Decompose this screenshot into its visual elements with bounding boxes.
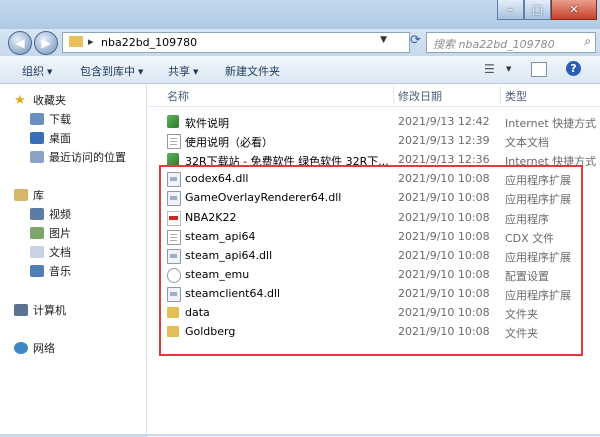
file-date: 2021/9/13 12:42: [398, 115, 490, 128]
include-in-library-label: 包含到库中: [80, 65, 135, 78]
nav-desktop-label: 桌面: [49, 132, 71, 145]
nav-computer[interactable]: 计算机: [14, 302, 66, 318]
nav-downloads[interactable]: 下载: [30, 111, 71, 127]
nav-pictures-label: 图片: [49, 227, 71, 240]
library-icon: [14, 189, 28, 201]
navigation-pane: ★ 收藏夹 下载 桌面 最近访问的位置 库 视频 图片 文档 音乐 计算机 网络: [0, 84, 147, 434]
preview-pane-icon[interactable]: [531, 62, 547, 77]
close-button[interactable]: ✕: [551, 0, 597, 20]
dropdown-arrow-icon: ▼: [193, 68, 199, 76]
new-folder-label: 新建文件夹: [225, 65, 280, 78]
nav-computer-label: 计算机: [33, 304, 66, 317]
title-bar: – □ ✕: [0, 0, 600, 29]
file-row[interactable]: 软件说明 2021/9/13 12:42 Internet 快捷方式: [161, 112, 596, 131]
address-row: ◀ ▶ ▸ nba22bd_109780 ▼ ⟳ 搜索 nba22bd_1097…: [0, 29, 600, 55]
refresh-icon[interactable]: ⟳: [410, 33, 424, 50]
nav-music-label: 音乐: [49, 265, 71, 278]
window-controls: – □ ✕: [497, 0, 597, 20]
network-icon: [14, 342, 28, 354]
dropdown-arrow-icon: ▼: [47, 68, 53, 76]
file-type: Internet 快捷方式: [505, 117, 597, 130]
forward-arrow-icon: ▶: [41, 36, 51, 50]
documents-icon: [30, 246, 44, 258]
minimize-icon: –: [507, 3, 514, 16]
file-row[interactable]: 使用说明（必看） 2021/9/13 12:39 文本文档: [161, 131, 585, 150]
chevron-down-icon[interactable]: ▼: [380, 35, 387, 45]
share-label: 共享: [168, 65, 190, 78]
nav-documents[interactable]: 文档: [30, 244, 71, 260]
nav-recent[interactable]: 最近访问的位置: [30, 149, 126, 165]
column-divider: [500, 86, 501, 104]
search-input[interactable]: 搜索 nba22bd_109780 ⌕: [426, 32, 596, 53]
file-name: 使用说明（必看）: [185, 136, 273, 150]
dropdown-arrow-icon: ▼: [138, 68, 144, 76]
link-icon: [167, 115, 179, 128]
column-header-date[interactable]: 修改日期: [398, 88, 442, 104]
close-icon: ✕: [569, 3, 579, 16]
column-divider: [393, 86, 394, 104]
nav-pictures[interactable]: 图片: [30, 225, 71, 241]
forward-button[interactable]: ▶: [34, 31, 58, 55]
organize-button[interactable]: 组织 ▼: [22, 63, 52, 79]
nav-network-label: 网络: [33, 342, 55, 355]
nav-downloads-label: 下载: [49, 113, 71, 126]
nav-recent-label: 最近访问的位置: [49, 151, 126, 164]
share-button[interactable]: 共享 ▼: [168, 63, 198, 79]
address-bar[interactable]: ▸ nba22bd_109780 ▼: [62, 32, 410, 53]
view-dropdown-icon[interactable]: ▼: [506, 65, 511, 73]
video-icon: [30, 208, 44, 220]
back-arrow-icon: ◀: [15, 36, 25, 50]
nav-favorites-label: 收藏夹: [33, 94, 66, 107]
help-icon[interactable]: ?: [566, 61, 581, 76]
minimize-button[interactable]: –: [497, 0, 524, 20]
nav-video[interactable]: 视频: [30, 206, 71, 222]
star-icon: ★: [14, 92, 26, 108]
column-headers: 名称 修改日期 类型: [147, 84, 600, 107]
music-icon: [30, 265, 44, 277]
nav-library[interactable]: 库: [14, 187, 44, 203]
maximize-icon: □: [532, 3, 543, 16]
nav-favorites[interactable]: ★ 收藏夹: [14, 92, 66, 108]
nav-documents-label: 文档: [49, 246, 71, 259]
nav-music[interactable]: 音乐: [30, 263, 71, 279]
breadcrumb-path[interactable]: nba22bd_109780: [101, 36, 197, 49]
recent-places-icon: [30, 151, 44, 163]
nav-video-label: 视频: [49, 208, 71, 221]
computer-icon: [14, 304, 28, 316]
file-date: 2021/9/13 12:39: [398, 134, 490, 148]
pictures-icon: [30, 227, 44, 239]
nav-library-label: 库: [33, 189, 44, 202]
highlight-annotation-box: [159, 165, 583, 356]
back-button[interactable]: ◀: [8, 31, 32, 55]
nav-desktop[interactable]: 桌面: [30, 130, 71, 146]
file-type: 文本文档: [505, 136, 549, 150]
command-bar: 组织 ▼ 包含到库中 ▼ 共享 ▼ 新建文件夹 ☰ ▼ ?: [0, 56, 600, 84]
column-header-type[interactable]: 类型: [505, 88, 527, 104]
folder-icon: [69, 36, 83, 47]
maximize-button[interactable]: □: [524, 0, 551, 20]
breadcrumb-separator-icon: ▸: [88, 35, 94, 48]
search-icon[interactable]: ⌕: [584, 34, 591, 49]
include-in-library-button[interactable]: 包含到库中 ▼: [80, 63, 143, 79]
desktop-icon: [30, 132, 44, 144]
column-header-name[interactable]: 名称: [167, 88, 189, 104]
download-folder-icon: [30, 113, 44, 125]
search-placeholder: 搜索 nba22bd_109780: [433, 38, 555, 51]
organize-label: 组织: [22, 65, 44, 78]
txt-icon: [167, 134, 181, 150]
view-icon[interactable]: ☰: [484, 62, 500, 76]
file-name: 软件说明: [185, 117, 229, 130]
new-folder-button[interactable]: 新建文件夹: [225, 63, 280, 79]
nav-network[interactable]: 网络: [14, 340, 55, 356]
